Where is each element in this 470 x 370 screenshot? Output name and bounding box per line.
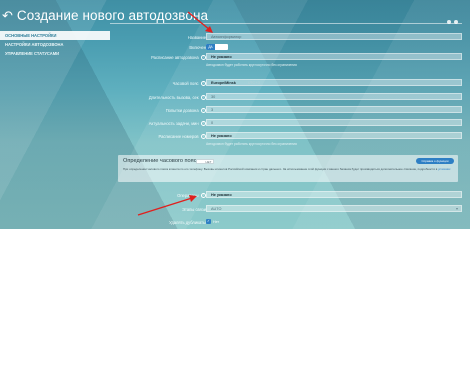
schedule-label: Расписание автодозвона i: [151, 55, 206, 61]
row-task-relevance: Актуальность задачи, мин i 0: [0, 118, 470, 127]
task-relevance-input[interactable]: 0: [206, 119, 462, 126]
dedupe-checkbox[interactable]: ✓: [206, 219, 211, 224]
header-divider: [110, 23, 462, 24]
timezone-detection-description: При определении часового пояса клиента п…: [123, 167, 451, 172]
numbers-schedule-select[interactable]: Не указано: [206, 132, 462, 139]
operators-label-text: Операторы: [177, 192, 199, 198]
function-help-button[interactable]: Справка о функции: [416, 158, 454, 164]
timezone-detection-toggle[interactable]: НЕТ: [196, 158, 214, 164]
row-timezone: Часовой пояс i Europe/Minsk UTC +3: [0, 78, 470, 87]
ring-duration-label: Длительность вызова, сек i: [149, 95, 206, 101]
route-value: AUTO: [211, 207, 222, 211]
row-name: Название Автоинформатор: [0, 32, 470, 41]
schedule-label-text: Расписание автодозвона: [151, 54, 199, 60]
dedupe-checkbox-label: Нет: [213, 219, 220, 224]
page-header: ↶ Создание нового автодозвона: [2, 6, 208, 24]
row-operators: Операторы i Не указано: [0, 190, 470, 199]
schedule-hint: Автодозвон будет работать круглосуточно …: [206, 63, 297, 67]
timezone-utc-offset: UTC +3: [248, 80, 260, 85]
enabled-label: Включен: [189, 44, 206, 50]
route-label: Этапы связи: [182, 206, 206, 212]
back-arrow-icon[interactable]: ↶: [2, 9, 13, 22]
operators-select[interactable]: Не указано: [206, 191, 462, 198]
attempts-label-text: Попытки дозвона: [165, 107, 199, 113]
timezone-label-text: Часовой пояс: [172, 80, 199, 86]
timezone-detection-panel: Определение часового пояса НЕТ Справка о…: [118, 155, 458, 182]
route-select[interactable]: AUTO ▾: [206, 205, 462, 212]
attempts-input[interactable]: 3: [206, 106, 462, 113]
page-title: Создание нового автодозвона: [16, 7, 209, 23]
schedule-select[interactable]: Не указано: [206, 53, 462, 60]
ring-duration-label-text: Длительность вызова, сек: [148, 94, 199, 100]
task-relevance-label-text: Актуальность задачи, мин: [148, 120, 199, 126]
timezone-value: Europe/Minsk: [211, 81, 236, 85]
row-attempts: Попытки дозвона i 3: [0, 105, 470, 114]
timezone-select[interactable]: Europe/Minsk: [206, 79, 462, 86]
numbers-schedule-hint: Автодозвон будет работать круглосуточно …: [206, 142, 297, 146]
row-dedupe: Удалять дубликаты ✓ Нет: [0, 217, 470, 226]
timezone-detection-title: Определение часового пояса: [123, 158, 200, 164]
window-controls: [447, 20, 458, 24]
row-numbers-schedule: Расписание номеров i Не указано: [0, 131, 470, 140]
numbers-schedule-label-text: Расписание номеров: [158, 133, 199, 139]
conditions-link[interactable]: условиях: [438, 167, 450, 171]
chevron-down-icon: ▾: [455, 206, 458, 211]
ring-duration-input[interactable]: 30: [206, 93, 462, 100]
control-dot-icon[interactable]: [447, 20, 451, 24]
timezone-detection-text: При определении часового пояса клиента п…: [123, 167, 438, 171]
row-schedule: Расписание автодозвона i Не указано: [0, 52, 470, 61]
operators-label: Операторы i: [177, 193, 206, 199]
dedupe-label: Удалять дубликаты: [169, 219, 206, 225]
name-label: Название: [187, 34, 206, 40]
row-enabled: Включен ДА: [0, 42, 470, 51]
numbers-schedule-label: Расписание номеров i: [159, 134, 206, 140]
name-input[interactable]: Автоинформатор: [206, 33, 462, 40]
enabled-toggle[interactable]: ДА: [206, 43, 228, 50]
row-route: Этапы связи AUTO ▾: [0, 204, 470, 213]
timezone-label: Часовой пояс i: [173, 81, 206, 87]
row-ring-duration: Длительность вызова, сек i 30: [0, 92, 470, 101]
attempts-label: Попытки дозвона i: [166, 108, 206, 114]
enabled-toggle-on: ДА: [206, 43, 215, 50]
control-dot-icon[interactable]: [454, 20, 458, 24]
task-relevance-label: Актуальность задачи, мин i: [149, 121, 206, 127]
screenshot-area: ↶ Создание нового автодозвона ОСНОВНЫЕ Н…: [0, 0, 470, 229]
